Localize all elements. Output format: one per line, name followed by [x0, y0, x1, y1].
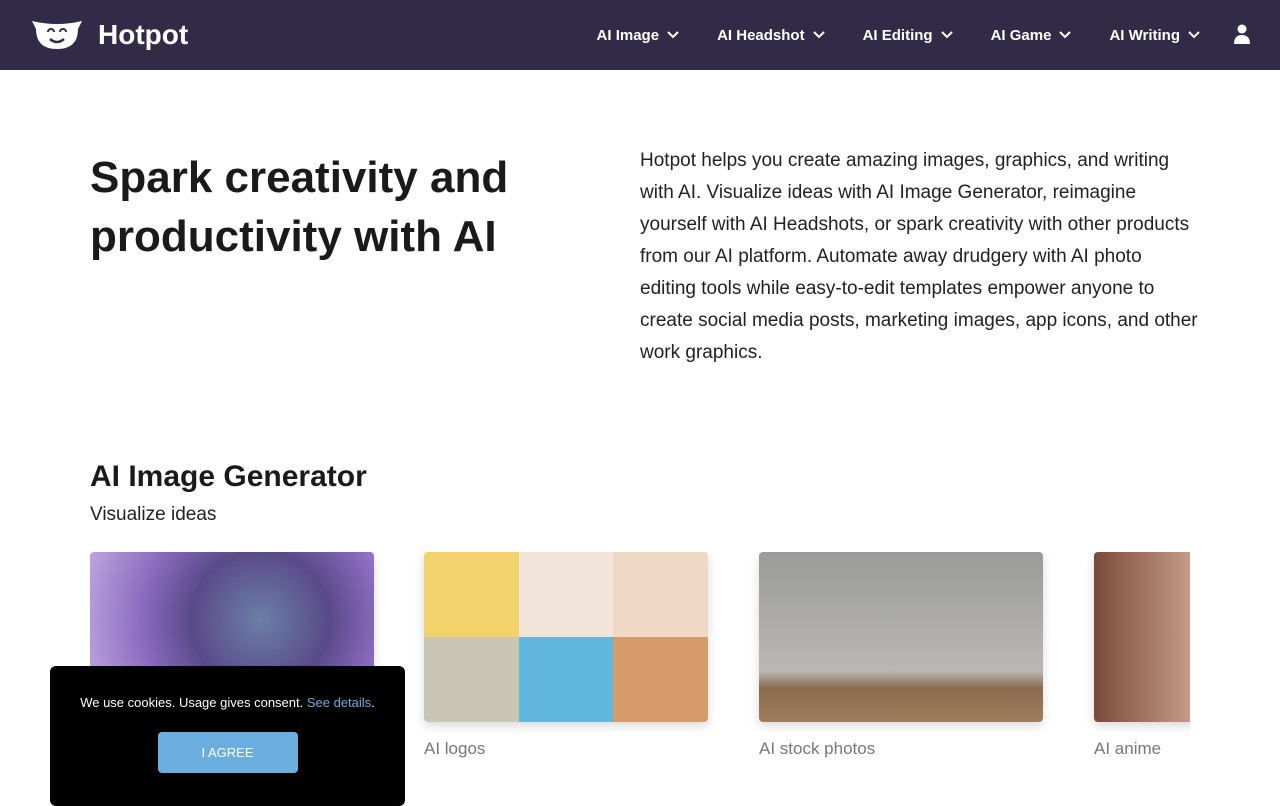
- nav-label: AI Editing: [862, 26, 933, 44]
- chevron-down-icon: [1059, 31, 1072, 39]
- card-ai-anime[interactable]: AI anime: [1094, 552, 1190, 759]
- nav-label: AI Image: [596, 26, 660, 44]
- user-icon[interactable]: [1234, 24, 1250, 44]
- cookie-text: We use cookies. Usage gives consent.: [80, 695, 307, 710]
- card-image-anime: [1094, 552, 1190, 722]
- card-label: AI logos: [424, 739, 486, 758]
- nav-ai-writing[interactable]: AI Writing: [1109, 27, 1200, 44]
- card-ai-stock-photos[interactable]: AI stock photos: [759, 552, 1043, 759]
- card-image-laptop: [759, 552, 1043, 722]
- nav-ai-image[interactable]: AI Image: [597, 27, 680, 44]
- nav-label: AI Headshot: [717, 26, 805, 44]
- brand-name: Hotpot: [98, 19, 189, 50]
- hero-description: Hotpot helps you create amazing images, …: [640, 150, 1198, 363]
- hero-title: Spark creativity and productivity with A…: [90, 153, 509, 261]
- nav-label: AI Writing: [1109, 26, 1180, 44]
- chevron-down-icon: [940, 31, 953, 39]
- card-image-logos: [424, 552, 708, 722]
- hotpot-logo-icon: [32, 21, 82, 49]
- chevron-down-icon: [1188, 31, 1200, 39]
- section-subtitle: Visualize ideas: [90, 504, 217, 525]
- nav-ai-headshot[interactable]: AI Headshot: [717, 27, 825, 44]
- see-details-link[interactable]: See details: [307, 695, 371, 710]
- nav-ai-editing[interactable]: AI Editing: [863, 27, 953, 44]
- card-label: AI anime: [1094, 739, 1162, 758]
- nav-label: AI Game: [990, 26, 1052, 44]
- top-nav: Hotpot AI Image AI Headshot AI Editing A…: [0, 0, 1280, 70]
- agree-button[interactable]: I AGREE: [157, 732, 298, 773]
- nav-ai-game[interactable]: AI Game: [991, 27, 1072, 44]
- chevron-down-icon: [667, 31, 679, 39]
- cookie-banner: We use cookies. Usage gives consent. See…: [50, 666, 405, 806]
- cookie-message: We use cookies. Usage gives consent. See…: [50, 695, 405, 710]
- cookie-period: .: [371, 695, 375, 710]
- card-label: AI stock photos: [759, 739, 876, 758]
- chevron-down-icon: [812, 31, 825, 39]
- section-title: AI Image Generator: [90, 460, 367, 493]
- card-ai-logos[interactable]: AI logos: [424, 552, 708, 759]
- logo[interactable]: Hotpot: [30, 19, 188, 51]
